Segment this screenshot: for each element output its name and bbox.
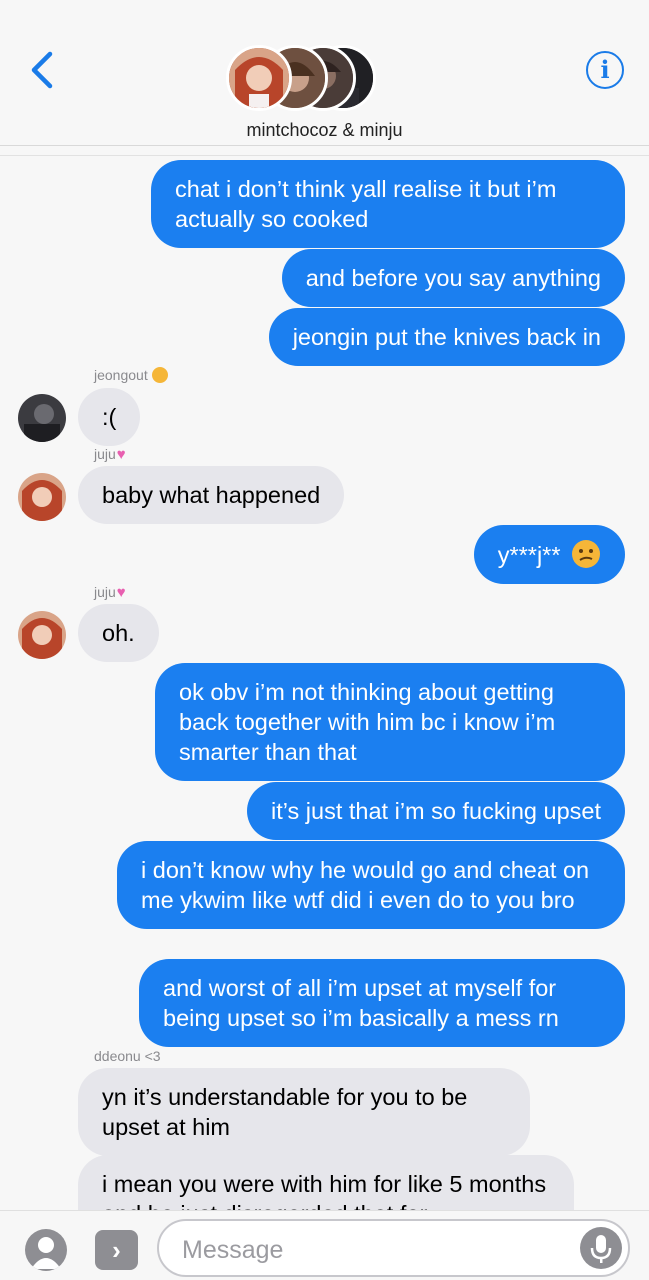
outgoing-message[interactable]: i don’t know why he would go and cheat o… — [117, 841, 625, 929]
apps-icon: › — [112, 1235, 121, 1265]
back-button[interactable] — [26, 48, 60, 92]
sender-name: juju♥ — [94, 446, 126, 463]
apps-button[interactable]: › — [95, 1230, 138, 1270]
incoming-message[interactable]: :( — [78, 388, 141, 446]
composer-bar: › Message — [0, 1210, 649, 1280]
confused-face-icon — [572, 540, 600, 568]
outgoing-message[interactable]: and before you say anything — [281, 249, 625, 307]
message-placeholder: Message — [182, 1236, 284, 1264]
info-icon: i — [600, 55, 610, 84]
heart-icon: ♥ — [116, 446, 126, 463]
incoming-message[interactable]: baby what happened — [78, 466, 345, 524]
chevron-left-icon — [31, 51, 53, 89]
avatar — [226, 45, 292, 111]
outgoing-message[interactable]: it’s just that i’m so fucking upset — [246, 782, 625, 840]
avatar[interactable] — [18, 394, 66, 442]
sender-name: jeongout — [94, 367, 168, 383]
info-button[interactable]: i — [586, 51, 624, 89]
outgoing-message[interactable]: chat i don’t think yall realise it but i… — [151, 160, 625, 248]
camera-button[interactable] — [25, 1229, 67, 1271]
message-input[interactable]: Message — [157, 1219, 630, 1277]
microphone-button[interactable] — [580, 1227, 622, 1269]
outgoing-message[interactable]: y***j** — [473, 525, 625, 584]
outgoing-message[interactable]: jeongin put the knives back in — [268, 308, 625, 366]
outgoing-message[interactable]: ok obv i’m not thinking about getting ba… — [155, 663, 625, 781]
outgoing-message[interactable]: and worst of all i’m upset at myself for… — [139, 959, 625, 1047]
sender-name: juju♥ — [94, 584, 126, 601]
divider — [0, 155, 649, 156]
camera-icon — [31, 1237, 61, 1269]
avatar[interactable] — [18, 611, 66, 659]
sender-name: ddeonu <3 — [94, 1048, 161, 1064]
disappointed-face-icon — [151, 367, 168, 383]
avatar[interactable] — [18, 473, 66, 521]
page-title: mintchocoz & minju — [246, 120, 403, 140]
incoming-message[interactable]: yn it’s understandable for you to be ups… — [78, 1068, 530, 1156]
incoming-message[interactable]: oh. — [78, 604, 159, 662]
heart-icon: ♥ — [116, 584, 126, 601]
group-avatars[interactable] — [226, 45, 376, 111]
conversation-header: i mintchocoz & minju — [0, 0, 649, 146]
microphone-icon — [590, 1235, 612, 1263]
